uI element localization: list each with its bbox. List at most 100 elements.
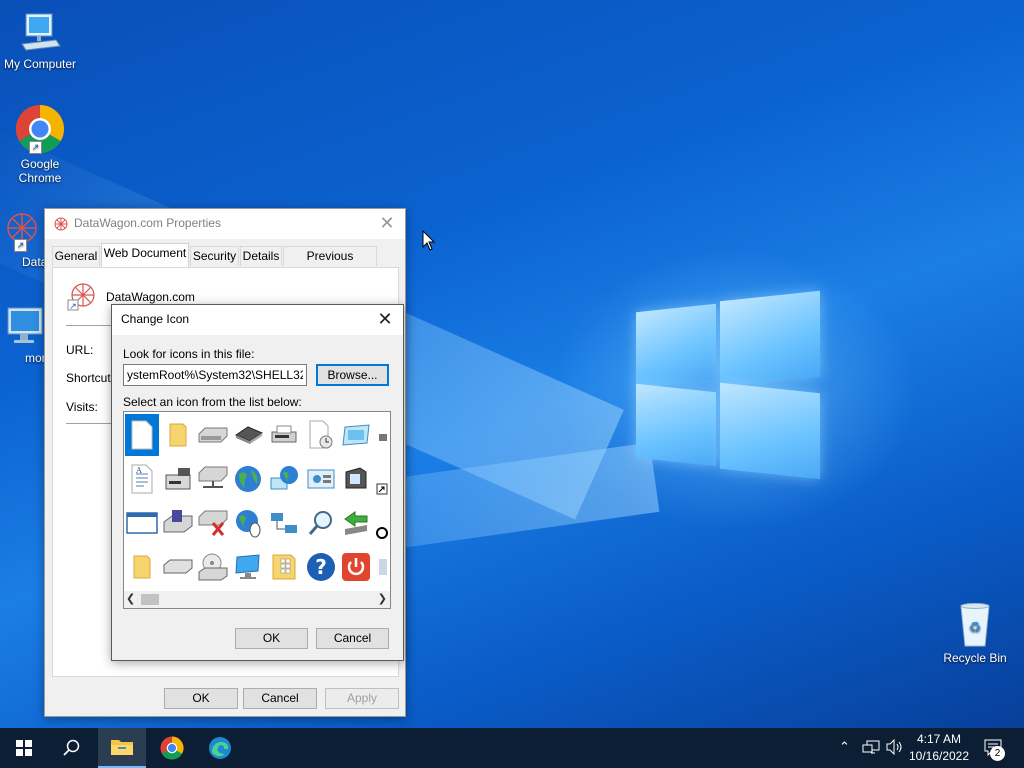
properties-title: DataWagon.com Properties	[74, 216, 221, 230]
network-icon[interactable]	[267, 506, 301, 540]
document-clock-icon[interactable]	[304, 418, 338, 452]
tab-security[interactable]: Security	[190, 246, 239, 266]
printer-icon[interactable]	[267, 418, 301, 452]
svg-text:♻: ♻	[969, 620, 982, 636]
folder-icon[interactable]	[125, 550, 159, 584]
removable-drive-icon[interactable]	[161, 550, 195, 584]
icon-list[interactable]: A ? ❮ ❯	[123, 411, 391, 609]
desktop-icon-label: Google Chrome	[18, 157, 62, 185]
clock-date: 10/16/2022	[908, 749, 970, 763]
search-icon	[63, 739, 80, 756]
properties-cancel-button[interactable]: Cancel	[243, 688, 317, 709]
partial-icon[interactable]	[374, 516, 390, 550]
partial-icon[interactable]	[374, 550, 390, 584]
drive-icon[interactable]	[196, 418, 230, 452]
tab-web-document[interactable]: Web Document	[101, 243, 189, 267]
datawagon-icon	[53, 216, 69, 235]
desktop-icon-google-chrome[interactable]: ↗ Google Chrome	[0, 104, 80, 185]
text-document-icon[interactable]: A	[125, 462, 159, 496]
control-panel-icon[interactable]	[304, 462, 338, 496]
visits-label: Visits:	[66, 400, 98, 414]
file-label: Look for icons in this file:	[123, 347, 255, 361]
folder-icon	[111, 740, 133, 755]
chrome-icon: ↗	[15, 104, 65, 154]
media-player-icon[interactable]	[339, 462, 373, 496]
shortcut-arrow-icon[interactable]	[374, 472, 390, 506]
search-icon[interactable]	[304, 506, 338, 540]
change-icon-ok-button[interactable]: OK	[235, 628, 308, 649]
shortcut-arrow-icon: ↗	[14, 239, 27, 252]
clock-time: 4:17 AM	[916, 732, 962, 746]
apps-folder-icon[interactable]	[267, 550, 301, 584]
notification-count-badge: 2	[990, 746, 1005, 761]
windows-start-icon	[16, 740, 32, 756]
chevron-right-icon[interactable]: ❯	[378, 592, 387, 605]
tab-previous-versions[interactable]: Previous Versions	[283, 246, 377, 282]
volume-icon[interactable]	[886, 738, 904, 758]
desktop-icon-my-computer[interactable]: My Computer	[0, 10, 80, 71]
taskbar-edge[interactable]	[196, 728, 244, 768]
icon-list-label: Select an icon from the list below:	[123, 395, 302, 409]
tab-general[interactable]: General	[52, 246, 100, 266]
mouse-cursor-icon	[422, 229, 436, 255]
desktop-icon-recycle-bin[interactable]: ♻ Recycle Bin	[935, 602, 1015, 665]
taskbar-chrome[interactable]	[148, 728, 196, 768]
svg-text:A: A	[135, 466, 142, 475]
windows-logo	[636, 290, 822, 480]
server-icon[interactable]	[161, 462, 195, 496]
partial-icon[interactable]	[374, 418, 390, 452]
browse-button[interactable]: Browse...	[316, 364, 389, 386]
shortcut-name: DataWagon.com	[106, 290, 195, 304]
close-icon[interactable]: ✕	[367, 305, 403, 335]
globe-icon[interactable]	[231, 462, 265, 496]
network-globe-icon[interactable]	[267, 462, 301, 496]
taskbar: ⌃ 4:17 AM 10/16/2022 2	[0, 728, 1024, 768]
change-icon-dialog: Change Icon ✕ Look for icons in this fil…	[111, 304, 404, 661]
svg-text:↗: ↗	[69, 302, 77, 312]
svg-text:?: ?	[315, 555, 327, 579]
power-icon[interactable]	[339, 550, 373, 584]
datawagon-icon: ↗	[67, 280, 99, 315]
change-icon-titlebar[interactable]: Change Icon ✕	[112, 305, 403, 335]
search-button[interactable]	[48, 728, 96, 768]
cd-drive-icon[interactable]	[196, 550, 230, 584]
run-arrow-icon[interactable]	[339, 506, 373, 540]
window-icon[interactable]	[125, 506, 159, 540]
globe-mouse-icon[interactable]	[231, 506, 265, 540]
datawagon-icon: ↗	[0, 208, 44, 252]
desktop-icon-label: Recycle Bin	[943, 651, 1007, 665]
monitor-icon	[2, 304, 46, 348]
properties-titlebar[interactable]: DataWagon.com Properties ✕	[45, 209, 405, 239]
taskbar-file-explorer[interactable]	[98, 728, 146, 768]
chevron-left-icon[interactable]: ❮	[126, 592, 135, 605]
horizontal-scrollbar[interactable]: ❮ ❯	[124, 591, 390, 608]
folder-icon[interactable]	[161, 418, 195, 452]
notification-center-button[interactable]: 2	[976, 728, 1016, 768]
scrollbar-thumb[interactable]	[141, 594, 159, 605]
network-drive-icon[interactable]	[196, 462, 230, 496]
window-app-icon[interactable]	[339, 418, 373, 452]
desktop-computer-icon[interactable]	[231, 550, 265, 584]
properties-ok-button[interactable]: OK	[164, 688, 238, 709]
recycle-bin-icon: ♻	[953, 602, 997, 648]
taskbar-clock[interactable]: 4:17 AM 10/16/2022	[906, 731, 972, 765]
disconnected-drive-icon[interactable]	[196, 506, 230, 540]
floppy-drive-icon[interactable]	[161, 506, 195, 540]
properties-apply-button[interactable]: Apply	[325, 688, 399, 709]
blank-document-icon[interactable]	[125, 414, 159, 456]
start-button[interactable]	[0, 728, 48, 768]
change-icon-cancel-button[interactable]: Cancel	[316, 628, 389, 649]
network-icon[interactable]	[862, 739, 880, 758]
url-label: URL:	[66, 343, 94, 357]
shortcut-arrow-icon: ↗	[29, 141, 42, 154]
help-icon[interactable]: ?	[304, 550, 338, 584]
chip-icon[interactable]	[231, 418, 265, 452]
chevron-up-icon[interactable]: ⌃	[839, 739, 850, 755]
close-icon[interactable]: ✕	[369, 209, 405, 239]
desktop-icon-label: My Computer	[3, 57, 77, 71]
computer-icon	[18, 10, 62, 54]
icon-file-input[interactable]	[123, 364, 307, 386]
chrome-icon	[160, 736, 184, 760]
change-icon-title: Change Icon	[121, 312, 190, 326]
tab-details[interactable]: Details	[240, 246, 282, 266]
